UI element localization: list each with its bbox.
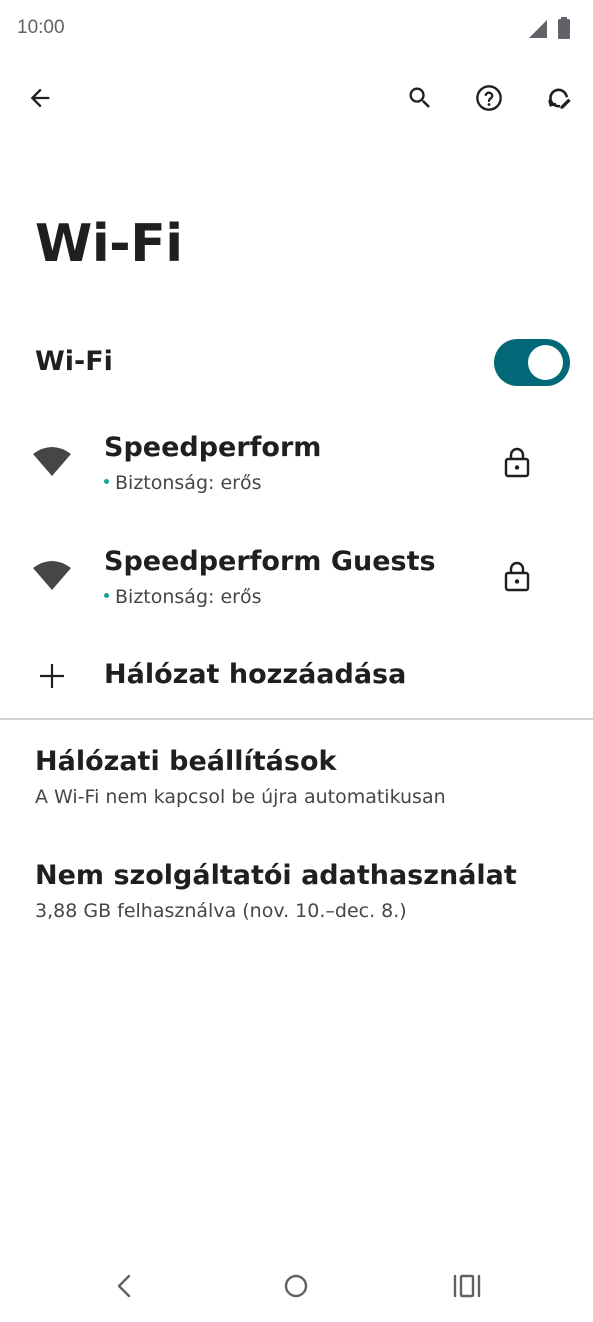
- add-network-label: Hálózat hozzáadása: [104, 659, 407, 690]
- pref-summary: 3,88 GB felhasználva (nov. 10.–dec. 8.): [35, 900, 407, 922]
- wifi-toggle-switch[interactable]: [494, 339, 570, 386]
- toggle-knob: [528, 345, 563, 380]
- wifi-signal-icon: [33, 561, 71, 590]
- plus-icon: [40, 664, 64, 688]
- battery-icon: [558, 17, 570, 39]
- help-icon: [476, 85, 502, 111]
- non-carrier-data-usage-item[interactable]: Nem szolgáltatói adathasználat 3,88 GB f…: [0, 844, 593, 944]
- network-item[interactable]: Speedperform Biztonság: erős: [0, 410, 593, 520]
- nav-recents-icon[interactable]: [452, 1272, 482, 1300]
- help-button[interactable]: [465, 74, 513, 122]
- security-dot-icon: [104, 593, 109, 598]
- cell-signal-icon: [529, 20, 547, 38]
- system-nav-bar: [0, 1250, 593, 1322]
- network-item[interactable]: Speedperform Guests Biztonság: erős: [0, 524, 593, 634]
- status-bar: 10:00: [0, 0, 593, 58]
- wifi-toggle-label: Wi-Fi: [35, 346, 113, 377]
- pref-title: Hálózati beállítások: [35, 746, 337, 777]
- nav-home-icon[interactable]: [282, 1272, 310, 1300]
- pref-title: Nem szolgáltatói adathasználat: [35, 860, 517, 891]
- network-name: Speedperform: [104, 432, 322, 463]
- network-preferences-item[interactable]: Hálózati beállítások A Wi-Fi nem kapcsol…: [0, 730, 593, 830]
- refresh-icon: [548, 88, 571, 109]
- wifi-toggle-row[interactable]: Wi-Fi: [0, 322, 593, 404]
- lock-icon: [504, 561, 530, 592]
- divider: [0, 718, 593, 720]
- search-icon: [409, 87, 430, 108]
- security-dot-icon: [104, 479, 109, 484]
- lock-icon: [504, 447, 530, 478]
- network-security-text: Biztonság: erős: [115, 472, 262, 494]
- network-security-text: Biztonság: erős: [115, 586, 262, 608]
- back-button[interactable]: [16, 74, 64, 122]
- nav-back-icon[interactable]: [110, 1272, 138, 1300]
- pref-summary: A Wi-Fi nem kapcsol be újra automatikusa…: [35, 786, 446, 808]
- wifi-signal-icon: [33, 447, 71, 476]
- network-name: Speedperform Guests: [104, 546, 436, 577]
- refresh-button[interactable]: [535, 74, 583, 122]
- network-security-status: Biztonság: erős: [104, 472, 261, 494]
- status-time: 10:00: [17, 17, 65, 38]
- wifi-settings-screen: 10:00 Wi-Fi Wi-Fi Speedperform Biztonság…: [0, 0, 593, 1322]
- back-arrow-icon: [30, 88, 50, 108]
- page-title: Wi-Fi: [35, 214, 183, 274]
- add-network-button[interactable]: Hálózat hozzáadása: [0, 640, 593, 716]
- network-security-status: Biztonság: erős: [104, 586, 261, 608]
- search-button[interactable]: [396, 74, 444, 122]
